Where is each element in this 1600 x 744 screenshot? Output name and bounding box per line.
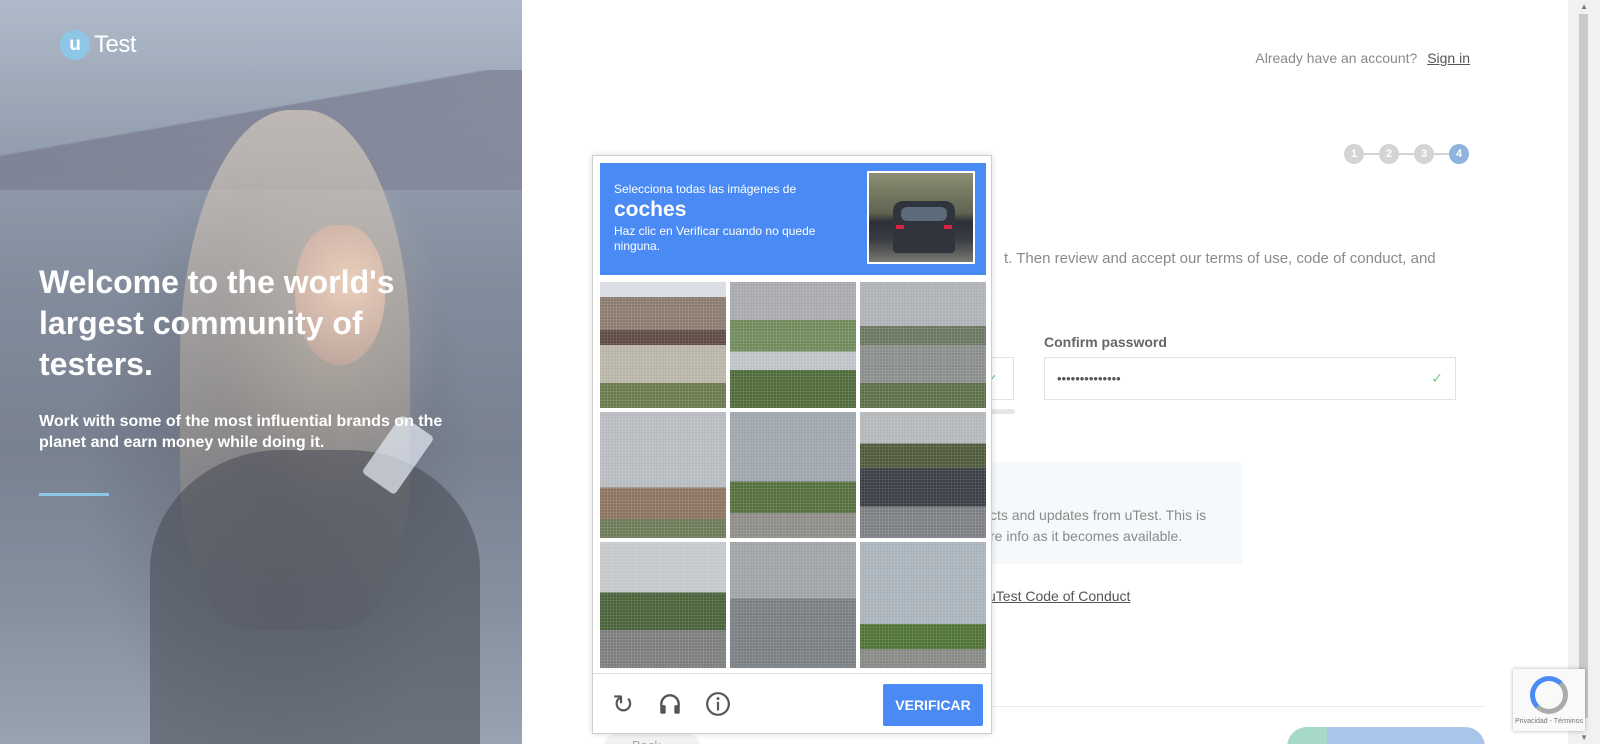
info-icon[interactable] — [704, 690, 732, 718]
captcha-footer: ↻ VERIFICAR — [593, 673, 991, 733]
utest-logo[interactable]: u Test — [60, 30, 137, 60]
captcha-tile-6[interactable] — [860, 412, 986, 538]
scrollbar-thumb[interactable] — [1579, 14, 1588, 718]
code-of-conduct-link[interactable]: uTest Code of Conduct — [988, 588, 1130, 604]
page-scrollbar[interactable]: ▲ ▼ — [1568, 0, 1600, 744]
scroll-down-arrow-icon[interactable]: ▼ — [1580, 733, 1588, 742]
captcha-tile-9[interactable] — [860, 542, 986, 668]
step-3: 3 — [1414, 144, 1434, 164]
captcha-sample-image — [867, 171, 975, 264]
captcha-image-grid — [600, 282, 986, 668]
confirm-password-check-icon: ✓ — [1431, 370, 1443, 386]
newsletter-info-text: cts and updates from uTest. This is re i… — [990, 505, 1206, 547]
captcha-tile-7[interactable] — [600, 542, 726, 668]
hero-subtitle: Work with some of the most influential b… — [39, 413, 443, 451]
captcha-hint: Haz clic en Verificar cuando no quede ni… — [614, 224, 816, 253]
captcha-tile-3[interactable] — [860, 282, 986, 408]
step-2: 2 — [1379, 144, 1399, 164]
verify-button[interactable]: VERIFICAR — [883, 684, 983, 726]
recaptcha-logo-icon — [1530, 675, 1568, 714]
recaptcha-challenge: Selecciona todas las imágenes de coches … — [592, 155, 992, 734]
confirm-password-field[interactable]: •••••••••••••• ✓ — [1044, 357, 1456, 400]
step-4-active: 4 — [1449, 144, 1469, 164]
progress-stepper: 1 2 3 4 — [1344, 144, 1469, 164]
reload-icon[interactable]: ↻ — [609, 689, 637, 719]
utest-logo-mark: u — [60, 30, 90, 60]
headphones-icon[interactable] — [656, 690, 684, 718]
utest-logo-text: Test — [94, 31, 137, 58]
step-1: 1 — [1344, 144, 1364, 164]
captcha-tile-1[interactable] — [600, 282, 726, 408]
form-intro-text: t. Then review and accept our terms of u… — [1004, 250, 1436, 267]
step-connector — [1434, 153, 1449, 155]
captcha-header: Selecciona todas las imágenes de coches … — [600, 163, 986, 275]
signin-prompt: Already have an account? Sign in — [1255, 50, 1470, 66]
hero-person-body — [150, 450, 480, 744]
hero-panel: u Test Welcome to the world's largest co… — [0, 0, 522, 744]
scroll-up-arrow-icon[interactable]: ▲ — [1580, 2, 1588, 11]
recaptcha-privacy-terms[interactable]: Privacidad - Términos — [1515, 718, 1583, 725]
captcha-prompt: Selecciona todas las imágenes de — [614, 182, 797, 196]
confirm-password-label: Confirm password — [1044, 334, 1167, 350]
step-connector — [1364, 153, 1379, 155]
complete-setup-button[interactable] — [1287, 727, 1485, 744]
signin-link[interactable]: Sign in — [1427, 50, 1470, 66]
captcha-tile-5[interactable] — [730, 412, 856, 538]
captcha-tile-2[interactable] — [730, 282, 856, 408]
recaptcha-badge[interactable]: Privacidad - Términos — [1513, 669, 1585, 731]
newsletter-info-line-2: re info as it becomes available. — [990, 528, 1183, 544]
hero-title: Welcome to the world's largest community… — [39, 264, 395, 382]
confirm-password-value: •••••••••••••• — [1057, 371, 1121, 386]
captcha-tile-8[interactable] — [730, 542, 856, 668]
captcha-tile-4[interactable] — [600, 412, 726, 538]
newsletter-info-line-1: cts and updates from uTest. This is — [990, 507, 1207, 523]
signin-prompt-text: Already have an account? — [1255, 50, 1418, 66]
hero-divider — [39, 493, 109, 496]
sample-car — [893, 201, 955, 253]
captcha-target-word: coches — [614, 198, 687, 221]
step-connector — [1399, 153, 1414, 155]
